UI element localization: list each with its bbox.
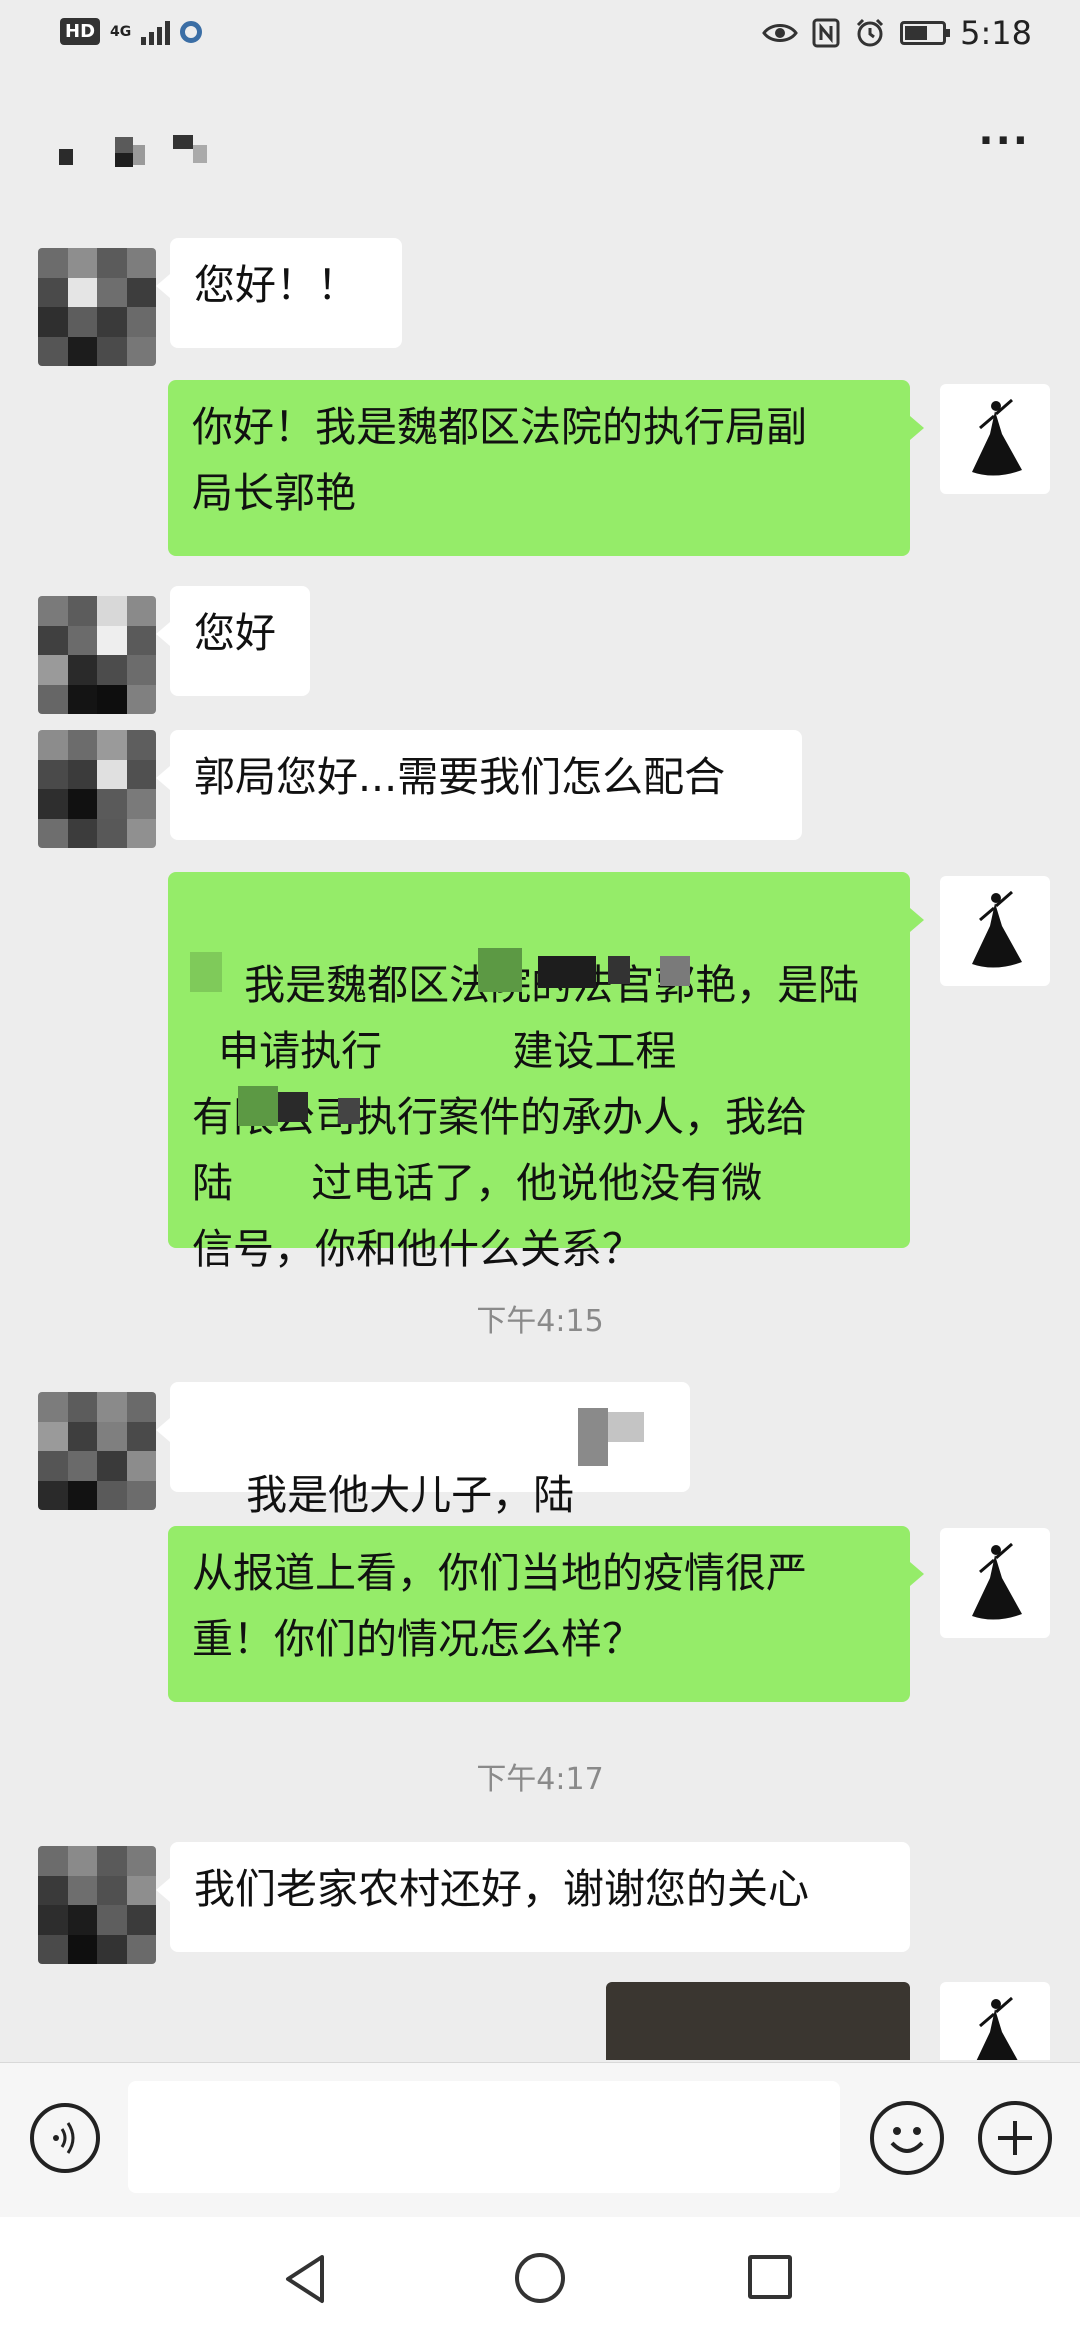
contact-name-redacted	[55, 135, 215, 185]
redaction-mark	[608, 1412, 644, 1442]
add-button[interactable]	[978, 2101, 1052, 2175]
redaction-mark	[478, 948, 522, 992]
eye-icon	[762, 24, 798, 42]
redaction-mark	[338, 1098, 360, 1124]
message-bubble-received[interactable]: 郭局您好...需要我们怎么配合	[156, 730, 802, 840]
redaction-mark	[278, 1092, 308, 1122]
voice-icon	[53, 2122, 75, 2154]
message-bubble-received[interactable]: 您好！！	[156, 238, 402, 348]
dancer-image	[972, 1542, 1022, 1620]
emoji-button[interactable]	[870, 2101, 944, 2175]
message-bubble-received[interactable]: 您好	[156, 586, 310, 696]
user-avatar[interactable]	[940, 1982, 1050, 2060]
status-left: HD 4G	[60, 18, 203, 45]
signal-icon	[141, 19, 171, 45]
chat-header: ···	[0, 90, 1080, 200]
nfc-icon	[812, 18, 840, 48]
message-bubble-received[interactable]: 我们老家农村还好，谢谢您的关心	[156, 1842, 910, 1952]
message-bubble-sent[interactable]: 你好！我是魏都区法院的执行局副 局长郭艳	[168, 380, 924, 556]
timestamp: 下午4:17	[476, 1762, 604, 1797]
home-icon[interactable]	[515, 2253, 565, 2303]
message-bubble-sent[interactable]: 我是魏都区法院的法官郭艳，是陆 申请执行 建设工程 有限公司执行案件的承办人，我…	[168, 872, 924, 1273]
contact-avatar[interactable]	[38, 1392, 156, 1510]
user-avatar[interactable]	[940, 384, 1050, 494]
message-input[interactable]	[128, 2081, 840, 2193]
dancer-image	[972, 398, 1022, 476]
clock: 5:18	[960, 14, 1032, 52]
redaction-mark	[608, 956, 630, 984]
alarm-icon	[857, 18, 884, 47]
contact-avatar[interactable]	[38, 1846, 156, 1964]
plus-icon	[998, 2121, 1032, 2155]
redaction-mark	[190, 952, 222, 992]
image-message[interactable]	[606, 1982, 910, 2060]
redaction-mark	[238, 1086, 278, 1126]
message-bubble-received[interactable]: 我是他大儿子，陆	[156, 1382, 690, 1519]
redaction-mark	[578, 1408, 608, 1466]
recent-apps-icon[interactable]	[748, 2255, 792, 2299]
contact-avatar[interactable]	[38, 730, 156, 848]
hd-badge: HD	[60, 18, 101, 45]
input-bar	[0, 2062, 1080, 2218]
system-nav-bar	[0, 2217, 1080, 2340]
network-type: 4G	[110, 23, 132, 40]
back-icon[interactable]	[282, 2253, 330, 2305]
contact-avatar[interactable]	[38, 596, 156, 714]
chat-history: 您好！！ 你好！我是魏都区法院的执行局副 局长郭艳 您好 郭局您好...需要我们…	[0, 210, 1080, 2060]
app-notification-icon	[180, 20, 203, 43]
more-options-button[interactable]: ···	[978, 118, 1030, 164]
dancer-image	[972, 890, 1022, 968]
battery-icon	[900, 21, 951, 45]
emoji-icon	[890, 2127, 924, 2153]
redaction-mark	[538, 956, 596, 988]
redaction-mark	[660, 956, 690, 986]
dancer-image	[976, 1996, 1018, 2060]
user-avatar[interactable]	[940, 876, 1050, 986]
voice-button[interactable]	[30, 2103, 100, 2173]
timestamp: 下午4:15	[476, 1304, 604, 1339]
status-right: 5:18	[762, 14, 1032, 52]
message-bubble-sent[interactable]: 从报道上看，你们当地的疫情很严 重！你们的情况怎么样？	[168, 1526, 924, 1702]
status-bar: HD 4G 5:18	[0, 0, 1080, 75]
user-avatar[interactable]	[940, 1528, 1050, 1638]
message-text: 我是他大儿子，陆	[246, 1471, 575, 1519]
contact-avatar[interactable]	[38, 248, 156, 366]
